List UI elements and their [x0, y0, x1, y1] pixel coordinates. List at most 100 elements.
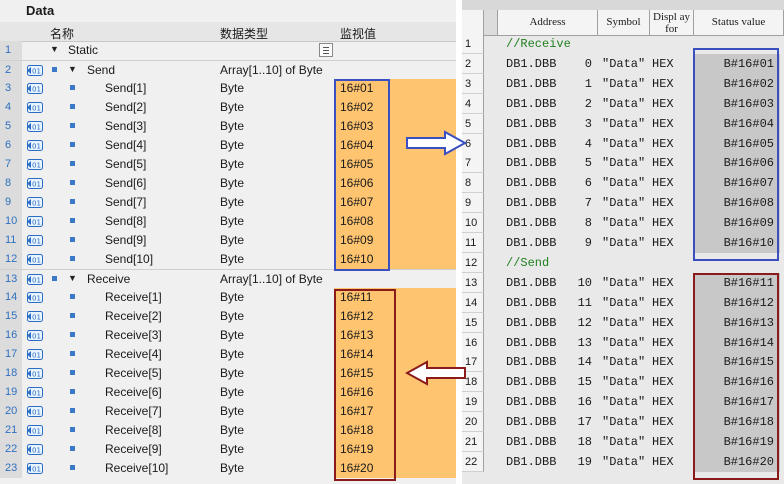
row-number: 4: [462, 93, 484, 114]
watch-display-format[interactable]: HEX: [652, 333, 674, 353]
watch-display-format[interactable]: HEX: [652, 153, 674, 173]
watch-comment: //Receive: [506, 37, 571, 51]
bullet-icon: [70, 123, 75, 128]
col-status-header[interactable]: Status value: [694, 10, 784, 35]
row-name: Static: [68, 43, 99, 57]
svg-text:01: 01: [32, 86, 41, 94]
row-number: 15: [462, 312, 484, 333]
watch-display-format[interactable]: HEX: [652, 392, 674, 412]
row-number: 8: [462, 173, 484, 194]
collapse-triangle-icon[interactable]: ▼: [50, 44, 59, 54]
watch-address-index: 15: [577, 375, 592, 390]
row-type: Byte: [220, 461, 245, 475]
watch-display-format[interactable]: HEX: [652, 352, 674, 372]
db-row[interactable]: 2 01 ▼ Send Array[1..10] of Byte: [0, 60, 456, 80]
watch-display-format[interactable]: HEX: [652, 74, 674, 94]
watch-display-format[interactable]: HEX: [652, 412, 674, 432]
right-send-highlight: [693, 273, 779, 480]
watch-display-format[interactable]: HEX: [652, 452, 674, 472]
row-type: Byte: [220, 119, 245, 133]
watch-address: DB1.DBB: [506, 335, 557, 350]
watch-display-format[interactable]: HEX: [652, 213, 674, 233]
row-name: Send[2]: [105, 100, 147, 114]
row-number: 17: [0, 345, 22, 364]
watch-symbol: "Data": [602, 355, 646, 370]
watch-symbol: "Data": [602, 375, 646, 390]
watch-address: DB1.DBB: [506, 275, 557, 290]
col-monitor-header[interactable]: 监视值: [340, 25, 376, 42]
row-number: 22: [462, 451, 484, 472]
row-number: 14: [0, 288, 22, 307]
col-type-header[interactable]: 数据类型: [220, 25, 268, 42]
watch-display-format[interactable]: HEX: [652, 313, 674, 333]
watch-display-format[interactable]: HEX: [652, 114, 674, 134]
row-type: Byte: [220, 309, 245, 323]
watch-display-format[interactable]: HEX: [652, 134, 674, 154]
watch-address-index: 10: [577, 275, 592, 290]
row-type: Byte: [220, 442, 245, 456]
row-number: 2: [462, 53, 484, 74]
watch-display-format[interactable]: HEX: [652, 54, 674, 74]
row-name: Receive: [87, 272, 131, 286]
row-name: Receive[2]: [105, 309, 162, 323]
watch-symbol: "Data": [602, 454, 646, 469]
row-name: Send[10]: [105, 252, 154, 266]
db-tag-icon: 01: [27, 121, 43, 132]
collapse-triangle-icon[interactable]: ▼: [68, 273, 77, 283]
watch-display-format[interactable]: HEX: [652, 293, 674, 313]
col-symbol-header[interactable]: Symbol: [598, 10, 650, 35]
col-display-header[interactable]: Displ ay for: [650, 10, 694, 35]
svg-text:01: 01: [32, 238, 41, 246]
collapse-triangle-icon[interactable]: ▼: [68, 64, 77, 74]
row-type: Byte: [220, 233, 245, 247]
watch-address: DB1.DBB: [506, 415, 557, 430]
row-name: Receive[9]: [105, 442, 162, 456]
svg-text:01: 01: [32, 277, 41, 285]
watch-symbol: "Data": [602, 156, 646, 171]
watch-address: DB1.DBB: [506, 116, 557, 131]
watch-display-format[interactable]: HEX: [652, 273, 674, 293]
watch-address-index: 9: [584, 236, 592, 250]
row-type: Byte: [220, 366, 245, 380]
row-name: Receive[1]: [105, 290, 162, 304]
watch-address: DB1.DBB: [506, 196, 557, 211]
row-number: 9: [462, 193, 484, 214]
db-tag-icon: 01: [27, 425, 43, 436]
watch-display-format[interactable]: HEX: [652, 94, 674, 114]
bullet-icon: [52, 67, 57, 72]
db-row[interactable]: 13 01 ▼ Receive Array[1..10] of Byte: [0, 269, 456, 289]
row-number: 3: [0, 79, 22, 98]
col-address-header[interactable]: Address: [498, 10, 598, 35]
db-tag-icon: 01: [27, 368, 43, 379]
watch-display-format[interactable]: HEX: [652, 372, 674, 392]
db-tag-icon: 01: [27, 197, 43, 208]
watch-display-format[interactable]: HEX: [652, 193, 674, 213]
list-view-icon[interactable]: [319, 43, 333, 57]
row-number: 23: [0, 459, 22, 478]
row-number: 15: [0, 307, 22, 326]
watch-display-format[interactable]: HEX: [652, 233, 674, 253]
row-type: Byte: [220, 81, 245, 95]
watch-display-format[interactable]: HEX: [652, 432, 674, 452]
bullet-icon: [70, 218, 75, 223]
watch-display-format[interactable]: HEX: [652, 173, 674, 193]
watch-address-index: 16: [577, 395, 592, 410]
row-number: 5: [0, 117, 22, 136]
row-name: Receive[4]: [105, 347, 162, 361]
db-tag-icon: 01: [27, 349, 43, 360]
db-tag-icon: 01: [27, 274, 43, 285]
row-number: 9: [0, 193, 22, 212]
db-tag-icon: 01: [27, 292, 43, 303]
row-number: 4: [0, 98, 22, 117]
watch-symbol: "Data": [602, 435, 646, 449]
bullet-icon: [70, 294, 75, 299]
watch-address-index: 5: [584, 156, 592, 171]
row-type: Byte: [220, 290, 245, 304]
watch-address: DB1.DBB: [506, 136, 557, 151]
bullet-icon: [70, 104, 75, 109]
svg-text:01: 01: [32, 390, 41, 398]
db-row[interactable]: 1 ▼ Static: [0, 41, 456, 60]
col-name-header[interactable]: 名称: [50, 25, 74, 42]
db-tag-icon: 01: [27, 140, 43, 151]
row-number: 3: [462, 73, 484, 94]
